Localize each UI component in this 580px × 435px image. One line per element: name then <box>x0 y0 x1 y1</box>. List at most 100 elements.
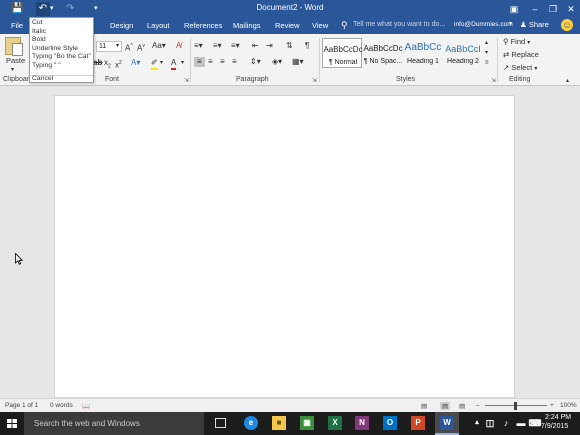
clock-time[interactable]: 2:24 PM <box>545 414 571 421</box>
sort-icon[interactable]: ⇅ <box>286 41 293 51</box>
font-color-dropdown-icon[interactable]: ▾ <box>181 58 184 68</box>
undo-item[interactable]: Typing " " <box>32 62 61 70</box>
powerpoint-icon[interactable]: P <box>411 416 425 430</box>
minimize-icon[interactable]: – <box>528 2 542 16</box>
find-label: Find <box>510 37 526 46</box>
select-button[interactable]: ↗ Select ▾ <box>503 63 537 74</box>
paste-icon[interactable] <box>5 37 23 56</box>
undo-item[interactable]: Italic <box>32 28 46 36</box>
clear-formatting-icon[interactable]: A̸ <box>176 41 181 51</box>
zoom-slider-thumb[interactable] <box>514 402 517 410</box>
tab-file[interactable]: File <box>11 21 23 30</box>
line-spacing-icon[interactable]: ⇕▾ <box>250 57 261 67</box>
strikethrough-icon[interactable]: ab <box>93 58 102 68</box>
account-name[interactable]: info@Dummies.com <box>454 21 513 28</box>
notifications-icon[interactable]: ▬ <box>514 416 528 430</box>
font-color-icon[interactable]: A <box>171 58 177 70</box>
document-page[interactable] <box>54 95 515 398</box>
align-right-icon[interactable]: ≡ <box>220 57 225 67</box>
print-layout-icon[interactable]: ▤ <box>440 402 451 410</box>
show-hidden-icons-icon[interactable]: ▴ <box>470 416 484 430</box>
collapse-ribbon-icon[interactable]: ▴ <box>566 76 569 86</box>
style-heading-2[interactable]: AaBbCcI Heading 2 <box>443 38 483 68</box>
style-name: ¶ Normal <box>328 59 358 66</box>
tab-mailings[interactable]: Mailings <box>233 21 261 30</box>
bullets-icon[interactable]: ≡▾ <box>194 41 203 51</box>
paste-button[interactable]: Paste <box>6 56 25 66</box>
multilevel-list-icon[interactable]: ≡▾ <box>231 41 240 51</box>
clock-date[interactable]: 7/9/2015 <box>541 423 568 430</box>
word-taskbar-button[interactable]: W <box>435 412 459 435</box>
increase-indent-icon[interactable]: ⇥ <box>266 41 273 51</box>
page-count[interactable]: Page 1 of 1 <box>5 402 38 409</box>
volume-icon[interactable]: ♪ <box>499 416 513 430</box>
edge-browser-icon[interactable]: e <box>244 416 258 430</box>
zoom-in-icon[interactable]: + <box>550 402 554 409</box>
paragraph-dialog-launcher-icon[interactable]: ⇲ <box>312 77 317 84</box>
align-center-icon[interactable]: ≡ <box>208 57 213 67</box>
style-sample: AaBbCcI <box>445 44 481 54</box>
onenote-icon[interactable]: N <box>355 416 369 430</box>
style-heading-1[interactable]: AaBbCc Heading 1 <box>403 38 443 68</box>
undo-item[interactable]: Bold <box>32 36 46 44</box>
excel-icon[interactable]: X <box>328 416 342 430</box>
style-normal[interactable]: AaBbCcDc ¶ Normal <box>322 38 363 68</box>
tab-view[interactable]: View <box>312 21 328 30</box>
replace-button[interactable]: ⇄ Replace <box>503 50 539 60</box>
zoom-level[interactable]: 100% <box>560 402 577 409</box>
proofing-icon[interactable]: 📖 <box>82 402 90 410</box>
styles-scroll-down-icon[interactable]: ▾ <box>485 48 488 58</box>
tab-review[interactable]: Review <box>275 21 300 30</box>
network-icon[interactable]: ◫ <box>483 416 497 430</box>
show-hide-marks-icon[interactable]: ¶ <box>305 41 309 51</box>
highlight-dropdown-icon[interactable]: ▾ <box>160 58 163 68</box>
borders-icon[interactable]: ▦▾ <box>292 57 304 67</box>
undo-cancel[interactable]: Cancel <box>32 75 53 83</box>
superscript-icon[interactable]: x2 <box>115 58 122 71</box>
zoom-out-icon[interactable]: – <box>476 402 480 409</box>
styles-dialog-launcher-icon[interactable]: ⇲ <box>491 77 496 84</box>
paste-dropdown-icon[interactable]: ▾ <box>11 65 14 75</box>
numbering-icon[interactable]: ≡▾ <box>213 41 222 51</box>
taskbar-search-box[interactable]: Search the web and Windows <box>24 412 204 435</box>
align-left-icon[interactable]: ≡ <box>194 57 205 67</box>
word-count[interactable]: 0 words <box>50 402 73 409</box>
close-icon[interactable]: ✕ <box>564 2 578 16</box>
share-button[interactable]: ♟ Share <box>520 20 549 29</box>
decrease-indent-icon[interactable]: ⇤ <box>252 41 259 51</box>
style-no-spacing[interactable]: AaBbCcDc ¶ No Spac... <box>363 38 403 68</box>
text-effects-icon[interactable]: A▾ <box>131 58 140 68</box>
font-size-select[interactable]: 11 ▾ <box>96 41 122 52</box>
shrink-font-icon[interactable]: Av <box>137 41 145 54</box>
smiley-feedback-icon[interactable]: ☺ <box>561 19 573 31</box>
web-layout-icon[interactable]: ▤ <box>459 402 465 410</box>
grow-font-icon[interactable]: A^ <box>125 41 133 54</box>
tab-layout[interactable]: Layout <box>147 21 170 30</box>
font-dialog-launcher-icon[interactable]: ⇲ <box>184 77 189 84</box>
restore-icon[interactable]: ❐ <box>546 2 560 16</box>
task-view-icon[interactable] <box>215 418 226 428</box>
undo-item[interactable]: Cut <box>32 19 43 27</box>
ribbon-display-options-icon[interactable]: ▣ <box>507 2 521 16</box>
undo-item[interactable]: Typing "Bo the Cat" <box>32 53 91 61</box>
start-button[interactable] <box>0 412 24 435</box>
tab-design[interactable]: Design <box>110 21 133 30</box>
file-explorer-icon[interactable]: ■ <box>272 416 286 430</box>
styles-more-icon[interactable]: ≡ <box>485 58 489 68</box>
read-mode-icon[interactable]: ▤ <box>421 402 427 410</box>
justify-icon[interactable]: ≡ <box>232 57 237 67</box>
tell-me-input[interactable]: Tell me what you want to do... <box>353 21 445 28</box>
highlight-icon[interactable]: ✐ <box>151 58 158 70</box>
account-dropdown-icon[interactable]: ▾ <box>509 20 512 27</box>
input-language-icon[interactable]: ⌨ <box>528 416 542 430</box>
undo-item[interactable]: Underline Style <box>32 45 78 53</box>
styles-scroll-up-icon[interactable]: ▴ <box>485 38 488 48</box>
shading-icon[interactable]: ◈▾ <box>272 57 282 67</box>
change-case-icon[interactable]: Aa▾ <box>152 41 166 51</box>
search-icon: ⚲ <box>503 37 509 46</box>
store-icon[interactable]: ▣ <box>300 416 314 430</box>
tab-references[interactable]: References <box>184 21 222 30</box>
subscript-icon[interactable]: x2 <box>104 58 111 72</box>
outlook-icon[interactable]: O <box>383 416 397 430</box>
find-button[interactable]: ⚲ Find ▾ <box>503 37 530 48</box>
